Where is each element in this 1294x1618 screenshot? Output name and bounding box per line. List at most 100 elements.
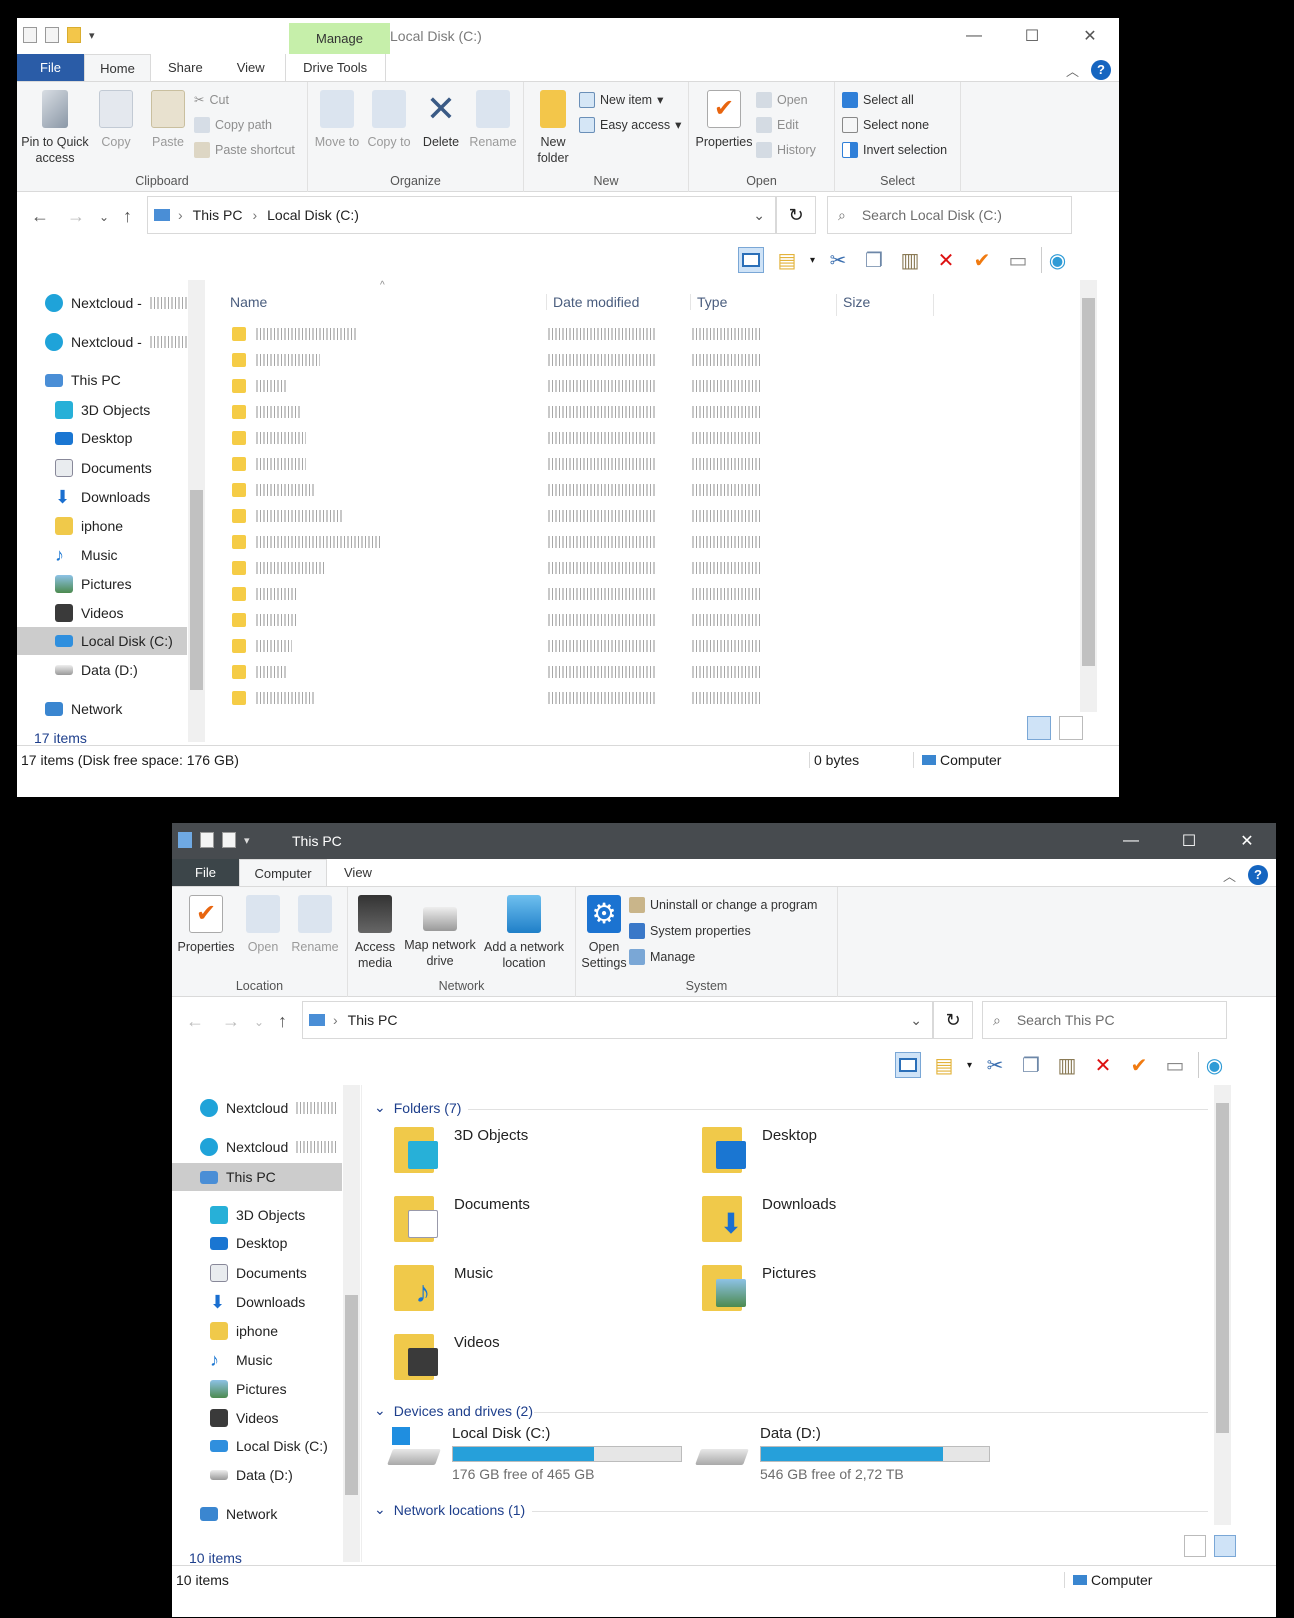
folder-tile-downloads[interactable]: ⬇ Downloads	[702, 1190, 836, 1242]
new-folder-icon[interactable]	[67, 27, 81, 43]
minimize-button[interactable]: —	[945, 18, 1003, 54]
close-button[interactable]: ✕	[1061, 18, 1119, 54]
address-dropdown-icon[interactable]: ⌄	[910, 1012, 922, 1029]
preview-pane-icon[interactable]	[894, 1052, 921, 1078]
layout-dropdown-icon[interactable]: ▾	[967, 1060, 972, 1071]
drive-icon[interactable]	[23, 27, 37, 43]
column-name[interactable]: Name	[230, 294, 267, 310]
file-row[interactable]	[232, 480, 760, 500]
nav-item-3d-objects[interactable]: 3D Objects	[55, 401, 150, 419]
file-row[interactable]	[232, 402, 760, 422]
nav-item-videos[interactable]: Videos	[210, 1409, 279, 1427]
collapse-ribbon-icon[interactable]: ︿	[1223, 866, 1236, 885]
nav-item-documents[interactable]: Documents	[55, 459, 152, 477]
nav-item-documents[interactable]: Documents	[210, 1264, 307, 1282]
details-view-icon[interactable]	[1027, 716, 1051, 740]
nav-item-local-disk[interactable]: Local Disk (C:)	[17, 627, 187, 655]
cut-scissors-icon[interactable]: ✂	[825, 247, 851, 273]
system-properties-button[interactable]: System properties	[629, 921, 817, 940]
nav-item-nextcloud-1[interactable]: Nextcloud -	[45, 294, 190, 312]
up-arrow-icon[interactable]: ↑	[123, 206, 132, 227]
rename-field-icon[interactable]: ▭	[1162, 1052, 1188, 1078]
address-box[interactable]: › This PC ⌄	[302, 1001, 933, 1039]
delete-red-x-icon[interactable]: ✕	[933, 247, 959, 273]
nav-item-downloads[interactable]: ⬇ Downloads	[210, 1293, 305, 1311]
nav-item-3d-objects[interactable]: 3D Objects	[210, 1206, 305, 1224]
manage-button[interactable]: Manage	[629, 947, 817, 966]
nav-item-downloads[interactable]: ⬇ Downloads	[55, 488, 150, 506]
file-row[interactable]	[232, 584, 760, 604]
cut-scissors-icon[interactable]: ✂	[982, 1052, 1008, 1078]
back-arrow-icon[interactable]: ←	[186, 1011, 204, 1032]
layout-icon[interactable]: ▤	[931, 1052, 957, 1078]
file-row[interactable]	[232, 532, 760, 552]
recent-dropdown-icon[interactable]: ⌄	[99, 210, 109, 224]
customize-dropdown-icon[interactable]: ▾	[244, 834, 250, 847]
back-arrow-icon[interactable]: ←	[31, 206, 49, 227]
nav-scrollbar[interactable]	[343, 1085, 360, 1562]
recent-dropdown-icon[interactable]: ⌄	[254, 1015, 264, 1029]
tab-view[interactable]: View	[220, 54, 282, 81]
layout-icon[interactable]: ▤	[774, 247, 800, 273]
maximize-button[interactable]: ☐	[1160, 823, 1218, 859]
content-scrollbar[interactable]	[1214, 1085, 1231, 1525]
tab-view[interactable]: View	[327, 859, 389, 886]
drive-tile-local-disk[interactable]: Local Disk (C:) 176 GB free of 465 GB	[387, 1425, 682, 1482]
refresh-button[interactable]: ↻	[933, 1001, 973, 1039]
collapse-ribbon-icon[interactable]: ︿	[1066, 61, 1079, 80]
edit-button[interactable]: Edit	[756, 115, 816, 134]
file-row[interactable]	[232, 636, 760, 656]
help-icon[interactable]: ?	[1091, 60, 1111, 80]
nav-item-pictures[interactable]: Pictures	[210, 1380, 287, 1398]
up-arrow-icon[interactable]: ↑	[278, 1011, 287, 1032]
large-icons-view-icon[interactable]	[1059, 716, 1083, 740]
large-icons-view-icon[interactable]	[1214, 1535, 1236, 1557]
paste-clipboard-icon[interactable]: ▥	[897, 247, 923, 273]
minimize-button[interactable]: —	[1102, 823, 1160, 859]
tab-file[interactable]: File	[17, 54, 84, 81]
breadcrumb-local-disk[interactable]: Local Disk (C:)	[267, 207, 359, 223]
nav-item-network[interactable]: Network	[45, 701, 122, 717]
folder-tile-videos[interactable]: Videos	[394, 1328, 500, 1380]
tab-home[interactable]: Home	[84, 54, 151, 81]
copy-doc-icon[interactable]: ❐	[1018, 1052, 1044, 1078]
content-scroll-thumb[interactable]	[1216, 1103, 1229, 1433]
cut-button[interactable]: ✂ Cut	[194, 90, 295, 109]
properties-icon[interactable]	[200, 832, 214, 848]
nav-item-videos[interactable]: Videos	[55, 604, 124, 622]
file-list-scrollbar[interactable]	[1080, 280, 1097, 712]
nav-item-music[interactable]: ♪ Music	[210, 1351, 273, 1369]
drive-tile-data-d[interactable]: Data (D:) 546 GB free of 2,72 TB	[695, 1425, 990, 1482]
nav-item-iphone[interactable]: iphone	[55, 517, 123, 535]
tab-share[interactable]: Share	[151, 54, 220, 81]
nav-item-music[interactable]: ♪ Music	[55, 546, 118, 564]
shell-icon[interactable]: ◉	[1198, 1052, 1224, 1078]
column-type[interactable]: Type	[690, 294, 727, 310]
checkmark-icon[interactable]: ✔	[1126, 1052, 1152, 1078]
tab-file[interactable]: File	[172, 859, 239, 886]
file-row[interactable]	[232, 376, 760, 396]
tab-computer[interactable]: Computer	[239, 859, 327, 886]
this-pc-icon[interactable]	[178, 832, 192, 848]
help-icon[interactable]: ?	[1248, 865, 1268, 885]
nav-item-desktop[interactable]: Desktop	[210, 1235, 287, 1251]
uninstall-program-button[interactable]: Uninstall or change a program	[629, 895, 817, 914]
refresh-button[interactable]: ↻	[776, 196, 816, 234]
copy-path-button[interactable]: Copy path	[194, 115, 295, 134]
nav-scroll-thumb[interactable]	[190, 490, 203, 690]
nav-item-nextcloud-2[interactable]: Nextcloud -	[45, 333, 190, 351]
file-row[interactable]	[232, 350, 760, 370]
file-row[interactable]	[232, 558, 760, 578]
column-size[interactable]: Size	[836, 294, 934, 316]
folder-tile-pictures[interactable]: Pictures	[702, 1259, 816, 1311]
nav-item-iphone[interactable]: iphone	[210, 1322, 278, 1340]
file-row[interactable]	[232, 662, 760, 682]
shell-icon[interactable]: ◉	[1041, 247, 1067, 273]
file-row[interactable]	[232, 454, 760, 474]
file-row[interactable]	[232, 506, 760, 526]
section-devices[interactable]: ⌄ Devices and drives (2)	[374, 1402, 533, 1419]
customize-dropdown-icon[interactable]: ▾	[89, 29, 95, 42]
paste-shortcut-button[interactable]: Paste shortcut	[194, 140, 295, 159]
nav-item-network[interactable]: Network	[200, 1506, 277, 1522]
forward-arrow-icon[interactable]: →	[67, 206, 85, 227]
